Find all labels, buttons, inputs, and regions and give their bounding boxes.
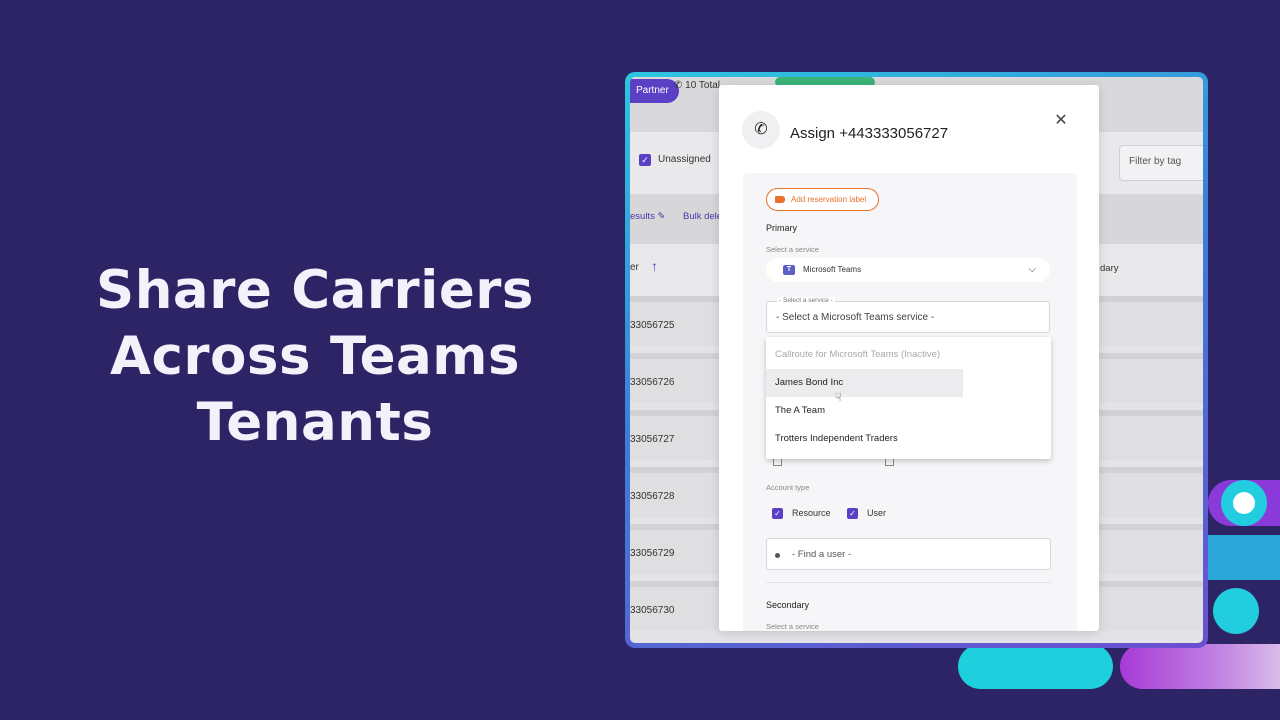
headline: Share Carriers Across Teams Tenants xyxy=(60,258,570,456)
sort-arrow-icon[interactable]: ↑ xyxy=(651,258,658,274)
phone-icon: ✆ xyxy=(742,111,780,149)
row-number: 33056727 xyxy=(630,434,675,445)
close-icon[interactable]: ✕ xyxy=(1053,113,1069,129)
teams-service-value: - Select a Microsoft Teams service - xyxy=(776,312,935,323)
decor-blue-bar xyxy=(1208,535,1280,580)
results-link[interactable]: esults ✎ xyxy=(630,211,665,222)
service-dropdown-menu: Callroute for Microsoft Teams (Inactive)… xyxy=(766,337,1051,459)
unassigned-checkbox[interactable]: ✓ xyxy=(639,154,651,166)
row-number: 33056728 xyxy=(630,491,675,502)
resource-label: Resource xyxy=(792,508,831,518)
secondary-service-caption: Select a service xyxy=(766,622,819,631)
filter-by-tag-input[interactable]: Filter by tag xyxy=(1119,145,1203,181)
row-number: 33056725 xyxy=(630,320,675,331)
service-select-value: Microsoft Teams xyxy=(803,265,862,274)
user-checkbox[interactable]: ✓ xyxy=(847,508,858,519)
decor-ring xyxy=(1221,480,1267,526)
assign-panel: Add reservation label Primary Select a s… xyxy=(743,173,1077,631)
pencil-icon: ✎ xyxy=(657,211,666,222)
divider xyxy=(766,582,1051,583)
find-user-input[interactable]: - Find a user - xyxy=(766,538,1051,570)
decor-gradient-pill xyxy=(1120,644,1280,689)
add-reservation-label-button[interactable]: Add reservation label xyxy=(766,188,880,211)
user-label: User xyxy=(867,508,887,518)
assign-modal: ✆ Assign +443333056727 ✕ Add reservation… xyxy=(719,85,1099,631)
dropdown-option-label: James Bond Inc xyxy=(775,377,844,388)
service-select[interactable]: T Microsoft Teams ⌵ xyxy=(766,258,1050,282)
add-reservation-label-text: Add reservation label xyxy=(791,195,867,204)
decor-teal-pill xyxy=(958,644,1113,689)
secondary-title: Secondary xyxy=(766,600,810,610)
teams-service-select[interactable]: - Select a service - - Select a Microsof… xyxy=(766,297,1050,333)
bulk-delete-link[interactable]: Bulk dele xyxy=(683,211,722,222)
account-type-title: Account type xyxy=(766,483,810,492)
modal-title: Assign +443333056727 xyxy=(790,125,949,142)
headline-line-1: Share Carriers xyxy=(96,260,534,321)
chevron-down-icon: ⌵ xyxy=(1028,264,1036,275)
total-count-label: 10 Total xyxy=(685,80,721,91)
tag-icon xyxy=(775,196,785,203)
primary-title: Primary xyxy=(766,223,797,233)
select-service-caption: Select a service xyxy=(766,245,819,254)
resource-checkbox[interactable]: ✓ xyxy=(772,508,783,519)
dropdown-option-james-bond[interactable]: James Bond Inc ☟ xyxy=(766,369,963,404)
dropdown-option-callroute: Callroute for Microsoft Teams (Inactive) xyxy=(775,349,941,360)
results-link-label: esults xyxy=(630,211,655,222)
headline-line-3: Tenants xyxy=(196,392,434,453)
dropdown-option-a-team[interactable]: The A Team xyxy=(766,397,1051,425)
find-user-placeholder: - Find a user - xyxy=(792,549,852,560)
teams-icon: T xyxy=(783,265,795,275)
app-screen: Partner ✆ 10 Total ✓ Unassigned Filter b… xyxy=(630,77,1203,643)
total-count: ✆ 10 Total xyxy=(674,80,721,91)
unassigned-label: Unassigned xyxy=(658,154,711,165)
row-number: 33056729 xyxy=(630,548,675,559)
number-column-header[interactable]: er xyxy=(630,262,639,273)
decor-teal-circle xyxy=(1213,588,1259,634)
headline-line-2: Across Teams xyxy=(109,326,521,387)
secondary-column-header: dary xyxy=(1100,263,1119,274)
teams-service-legend-text: Select a service xyxy=(782,297,829,304)
screenshot-frame: Partner ✆ 10 Total ✓ Unassigned Filter b… xyxy=(625,72,1208,648)
partner-tag: Partner xyxy=(630,79,679,103)
teams-service-legend: - Select a service - xyxy=(777,297,835,304)
status-dot-icon xyxy=(775,553,780,558)
dropdown-option-trotters[interactable]: Trotters Independent Traders xyxy=(766,425,1051,453)
row-number: 33056730 xyxy=(630,605,675,616)
row-number: 33056726 xyxy=(630,377,675,388)
